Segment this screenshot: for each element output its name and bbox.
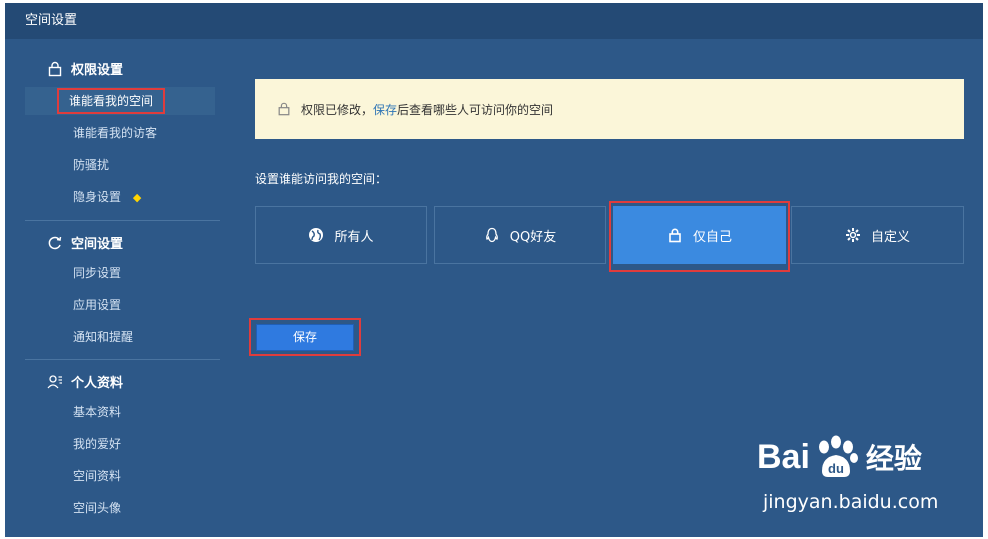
option-everyone[interactable]: 所有人 [255, 206, 427, 264]
sidebar-item-label: 我的爱好 [73, 437, 122, 451]
sidebar-item-label: 空间头像 [73, 501, 122, 515]
lock-icon [278, 102, 290, 116]
sidebar-group-space-settings: 空间设置 [47, 233, 123, 252]
option-label: QQ好友 [509, 229, 557, 245]
qq-penguin-icon [485, 227, 498, 243]
option-only-me[interactable]: 仅自己 [613, 206, 786, 264]
sidebar-item-sync-settings[interactable]: 同步设置 [25, 259, 215, 287]
sidebar-item-basic-info[interactable]: 基本资料 [25, 398, 215, 426]
notice-text-before: 权限已修改， [301, 102, 374, 117]
sidebar-item-anti-harassment[interactable]: 防骚扰 [25, 151, 215, 179]
lock-icon [48, 61, 62, 76]
paw-icon: du [818, 435, 858, 477]
sidebar-group-title: 空间设置 [71, 237, 124, 252]
sidebar-group-profile: 个人资料 [47, 372, 123, 391]
globe-icon [309, 228, 324, 242]
user-profile-icon [47, 374, 62, 388]
sidebar-group-title: 权限设置 [71, 63, 124, 78]
lock-icon [669, 228, 681, 243]
sidebar-group-title: 个人资料 [71, 376, 124, 391]
sidebar: 权限设置 谁能看我的空间 谁能看我的访客 防骚扰 隐身设置 ◆ 空间设置 同步设… [5, 39, 220, 537]
notice-text-after: 后查看哪些人可访问你的空间 [397, 102, 554, 117]
divider [25, 359, 220, 360]
sidebar-item-label: 应用设置 [73, 298, 122, 312]
notice-banner: 权限已修改， 保存 后查看哪些人可访问你的空间 [255, 79, 964, 139]
save-button[interactable]: 保存 [256, 324, 354, 351]
sidebar-item-who-views-visitors[interactable]: 谁能看我的访客 [25, 119, 215, 147]
sidebar-item-label: 通知和提醒 [73, 330, 134, 344]
sidebar-item-label: 谁能看我的访客 [73, 126, 158, 140]
gear-icon [845, 228, 860, 242]
sidebar-group-permissions: 权限设置 [47, 59, 123, 78]
divider [25, 220, 220, 221]
sidebar-item-hobbies[interactable]: 我的爱好 [25, 430, 215, 458]
sidebar-item-notifications[interactable]: 通知和提醒 [25, 323, 215, 351]
sidebar-item-label: 基本资料 [73, 405, 122, 419]
svg-text:du: du [828, 461, 844, 476]
notice-save-link[interactable]: 保存 [373, 101, 397, 118]
option-label: 自定义 [870, 229, 910, 245]
option-label: 仅自己 [692, 229, 732, 245]
sidebar-item-label: 同步设置 [73, 266, 122, 280]
sidebar-item-space-info[interactable]: 空间资料 [25, 462, 215, 490]
sidebar-item-space-avatar[interactable]: 空间头像 [25, 494, 215, 522]
option-qq-friends[interactable]: QQ好友 [434, 206, 606, 264]
watermark-url: jingyan.baidu.com [763, 491, 939, 513]
option-label: 所有人 [334, 229, 374, 245]
option-custom[interactable]: 自定义 [791, 206, 964, 264]
sidebar-item-invisible[interactable]: 隐身设置 ◆ [25, 183, 215, 211]
watermark-logo: Bai du 经验 [757, 433, 922, 481]
sidebar-item-who-can-view[interactable]: 谁能看我的空间 [25, 87, 215, 115]
window-title: 空间设置 [5, 3, 983, 39]
settings-window: 空间设置 权限设置 谁能看我的空间 谁能看我的访客 防骚扰 隐身设置 ◆ 空间设… [5, 3, 983, 537]
sidebar-item-label: 隐身设置 [73, 190, 122, 204]
diamond-icon: ◆ [132, 191, 142, 204]
watermark-brand-left: Bai [757, 437, 810, 476]
sidebar-item-label: 谁能看我的空间 [57, 88, 166, 114]
refresh-icon [48, 236, 62, 249]
watermark: Bai du 经验 jingyan.baidu.com [757, 433, 983, 523]
sidebar-item-label: 防骚扰 [73, 158, 110, 172]
watermark-brand-right: 经验 [865, 443, 922, 474]
sidebar-item-label: 空间资料 [73, 469, 122, 483]
access-prompt-label: 设置谁能访问我的空间： [255, 172, 388, 186]
sidebar-item-app-settings[interactable]: 应用设置 [25, 291, 215, 319]
